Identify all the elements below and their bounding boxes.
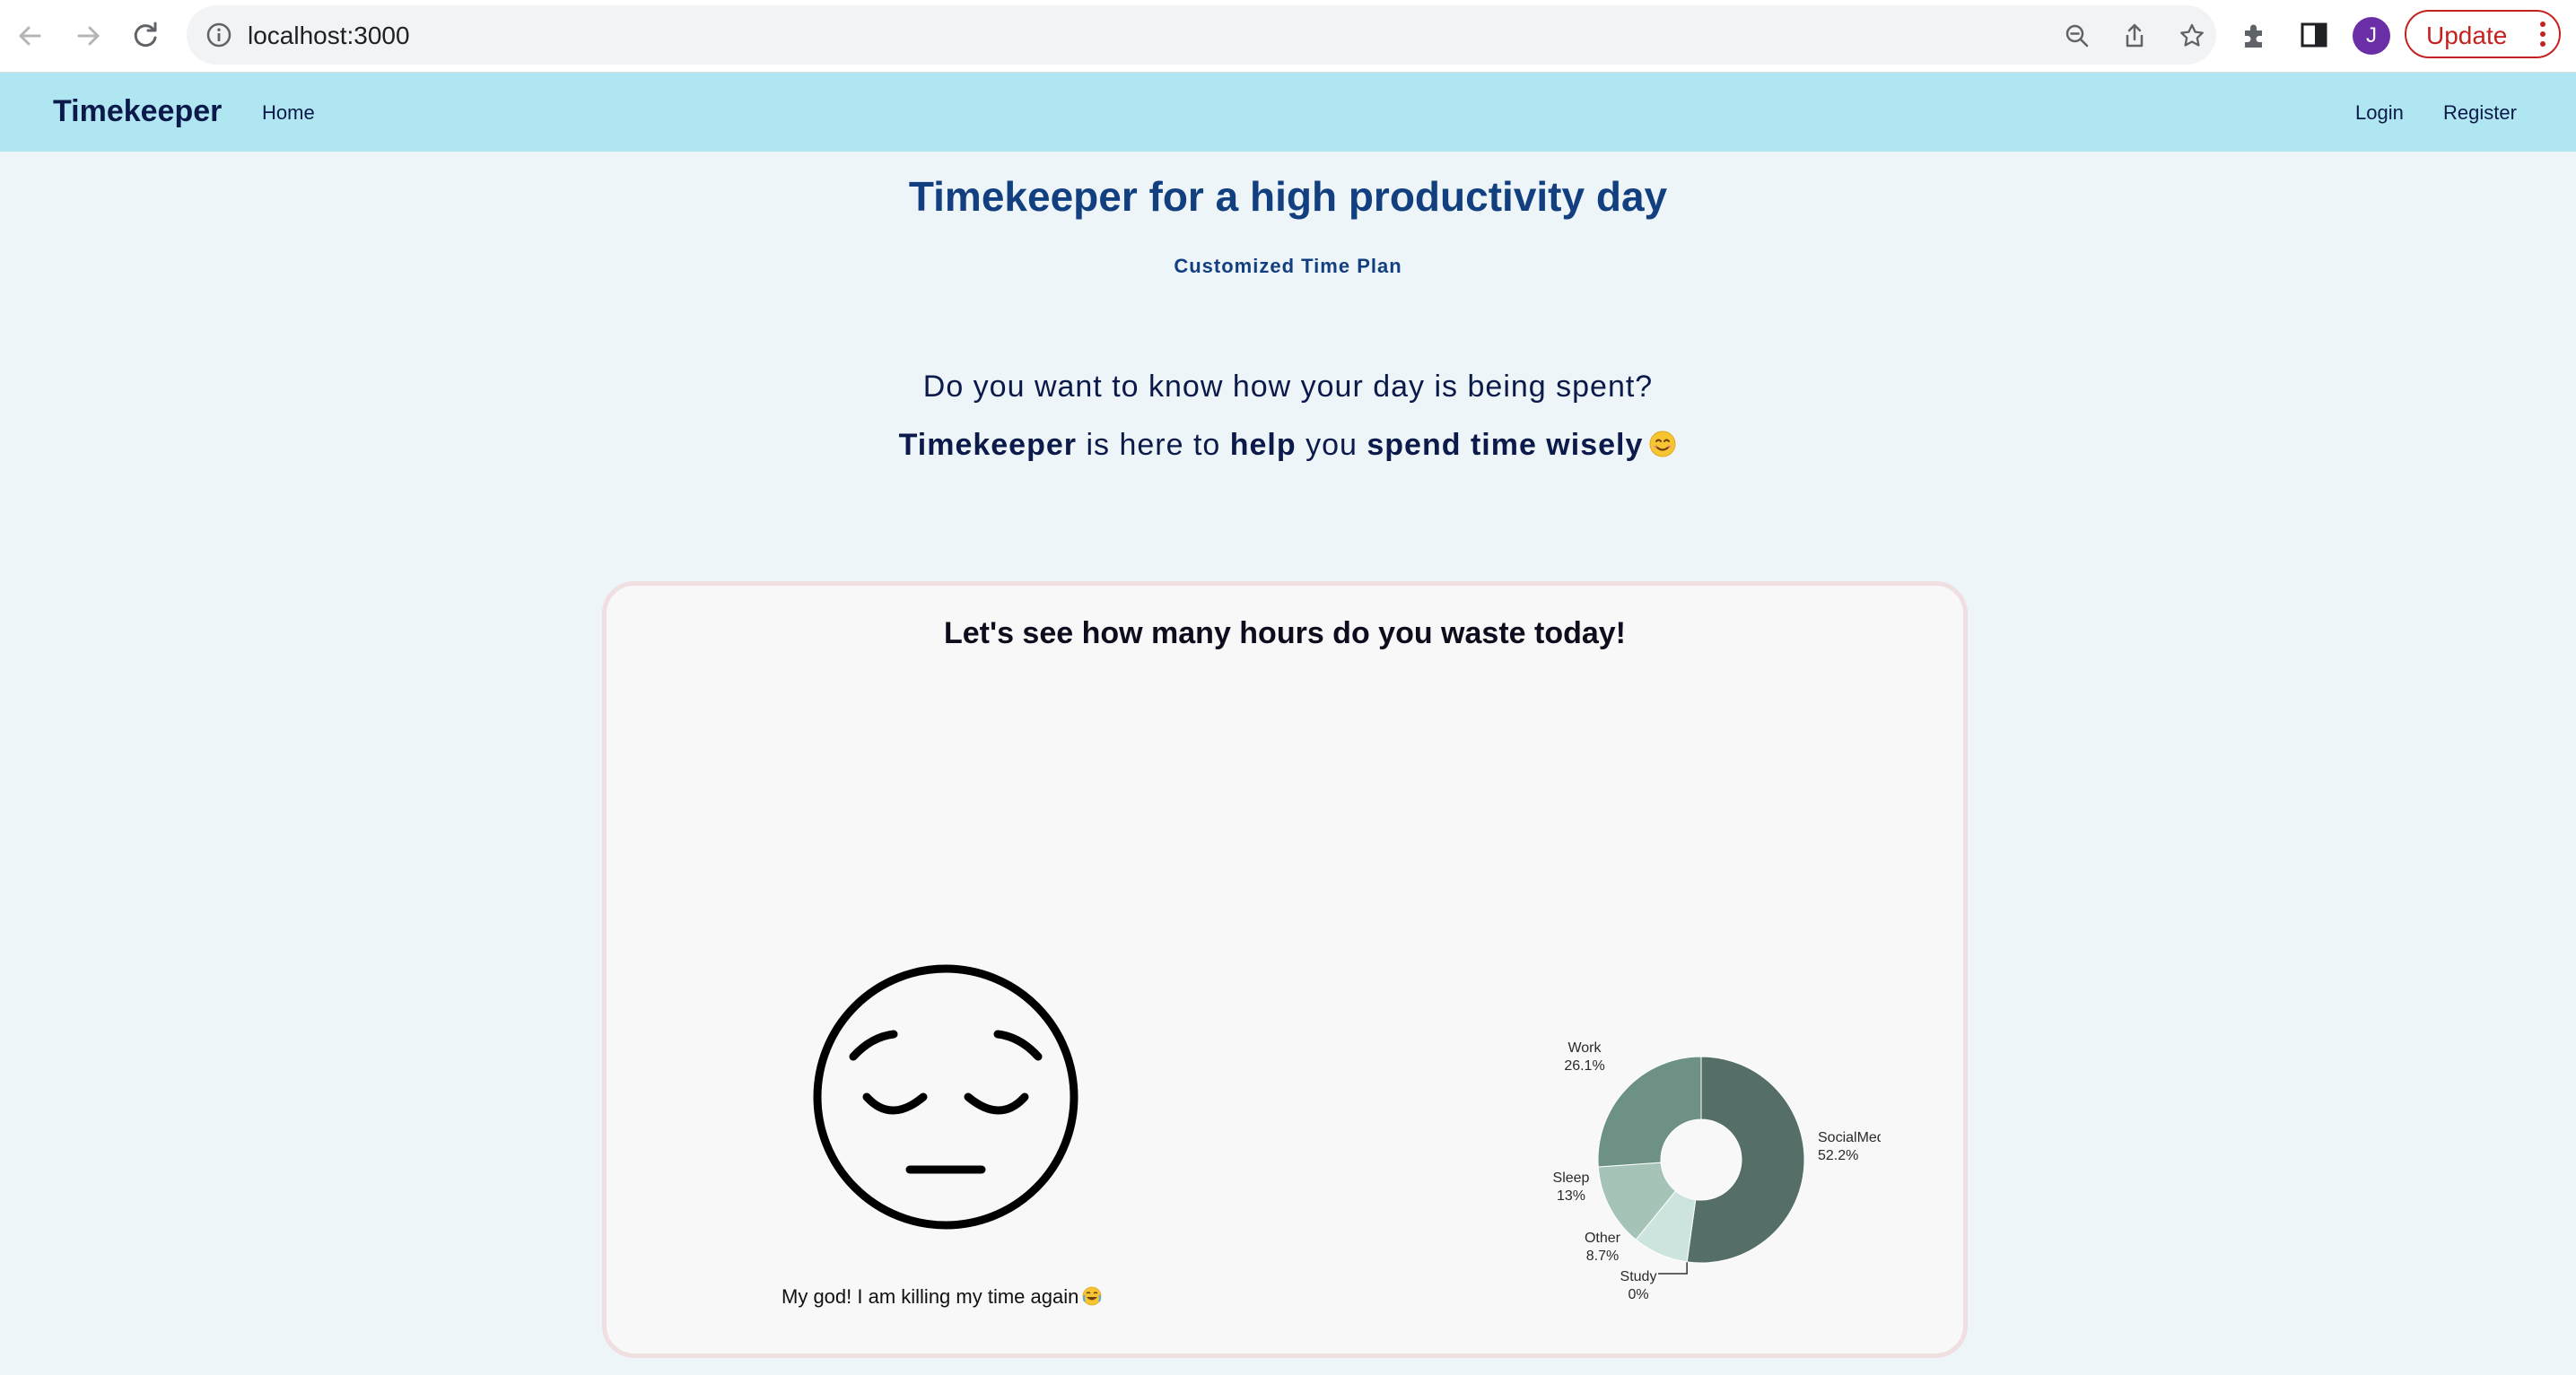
more-menu-icon[interactable]	[2539, 21, 2546, 48]
leader-line-study	[1658, 1261, 1688, 1275]
label-name-sleep: Sleep	[1553, 1170, 1590, 1186]
tagline-brand: Timekeeper	[898, 428, 1077, 462]
forward-icon[interactable]	[68, 16, 108, 56]
time-waste-card: Let's see how many hours do you waste to…	[602, 581, 1968, 1358]
intro-tagline: Timekeeper is here to help you spend tim…	[0, 428, 2576, 463]
label-value-work: 26.1%	[1564, 1058, 1604, 1074]
address-bar[interactable]: localhost:3000	[187, 5, 2216, 65]
smiling-emoji-icon	[1649, 431, 1676, 457]
page-subtitle: Customized Time Plan	[1174, 255, 1402, 277]
tagline-wisely: spend time wisely	[1367, 428, 1644, 462]
share-icon[interactable]	[2121, 22, 2148, 49]
label-value-socialmedia: 52.2%	[1818, 1148, 1858, 1163]
page-title: Timekeeper for a high productivity day	[908, 173, 1668, 220]
intro-question: Do you want to know how your day is bein…	[922, 370, 1654, 404]
face-caption: My god! I am killing my time again	[782, 1285, 1102, 1309]
label-name-work: Work	[1567, 1040, 1602, 1056]
brand-logo[interactable]: Timekeeper	[53, 94, 222, 129]
slice-work[interactable]	[1597, 1056, 1702, 1168]
time-usage-donut-chart: SocialMedia 52.2% Study 0% Other 8.7% Sleep 13%…	[1553, 1040, 1881, 1302]
tagline-text-2: you	[1296, 428, 1367, 462]
back-icon[interactable]	[11, 16, 50, 56]
profile-avatar[interactable]: J	[2353, 17, 2390, 55]
update-button[interactable]: Update	[2405, 10, 2561, 58]
nav-register-link[interactable]: Register	[2443, 101, 2517, 125]
card-title: Let's see how many hours do you waste to…	[943, 616, 1627, 650]
label-name-study: Study	[1620, 1269, 1657, 1284]
app-navbar: Timekeeper Home Login Register	[0, 73, 2576, 152]
label-value-study: 0%	[1628, 1287, 1648, 1302]
nav-login-link[interactable]: Login	[2355, 101, 2404, 125]
label-name-other: Other	[1585, 1231, 1621, 1246]
extensions-icon[interactable]	[2240, 19, 2272, 51]
url-text: localhost:3000	[248, 22, 410, 49]
tagline-text-1: is here to	[1077, 428, 1230, 462]
pensive-face-icon	[811, 962, 1080, 1231]
tagline-help: help	[1229, 428, 1297, 462]
label-value-sleep: 13%	[1557, 1188, 1585, 1204]
nav-home-link[interactable]: Home	[262, 101, 315, 125]
crying-laughing-emoji-icon	[1082, 1286, 1102, 1306]
update-label: Update	[2426, 22, 2508, 49]
zoom-icon[interactable]	[2064, 22, 2091, 49]
site-info-icon[interactable]	[205, 21, 233, 49]
reload-icon[interactable]	[126, 16, 165, 56]
caption-text: My god! I am killing my time again	[782, 1285, 1079, 1308]
side-panel-icon[interactable]	[2298, 19, 2330, 51]
browser-toolbar: localhost:3000 J Update	[0, 0, 2576, 73]
label-value-other: 8.7%	[1586, 1249, 1619, 1264]
slice-socialmedia[interactable]	[1686, 1056, 1805, 1264]
label-name-socialmedia: SocialMedia	[1818, 1130, 1881, 1145]
bookmark-star-icon[interactable]	[2179, 22, 2205, 49]
